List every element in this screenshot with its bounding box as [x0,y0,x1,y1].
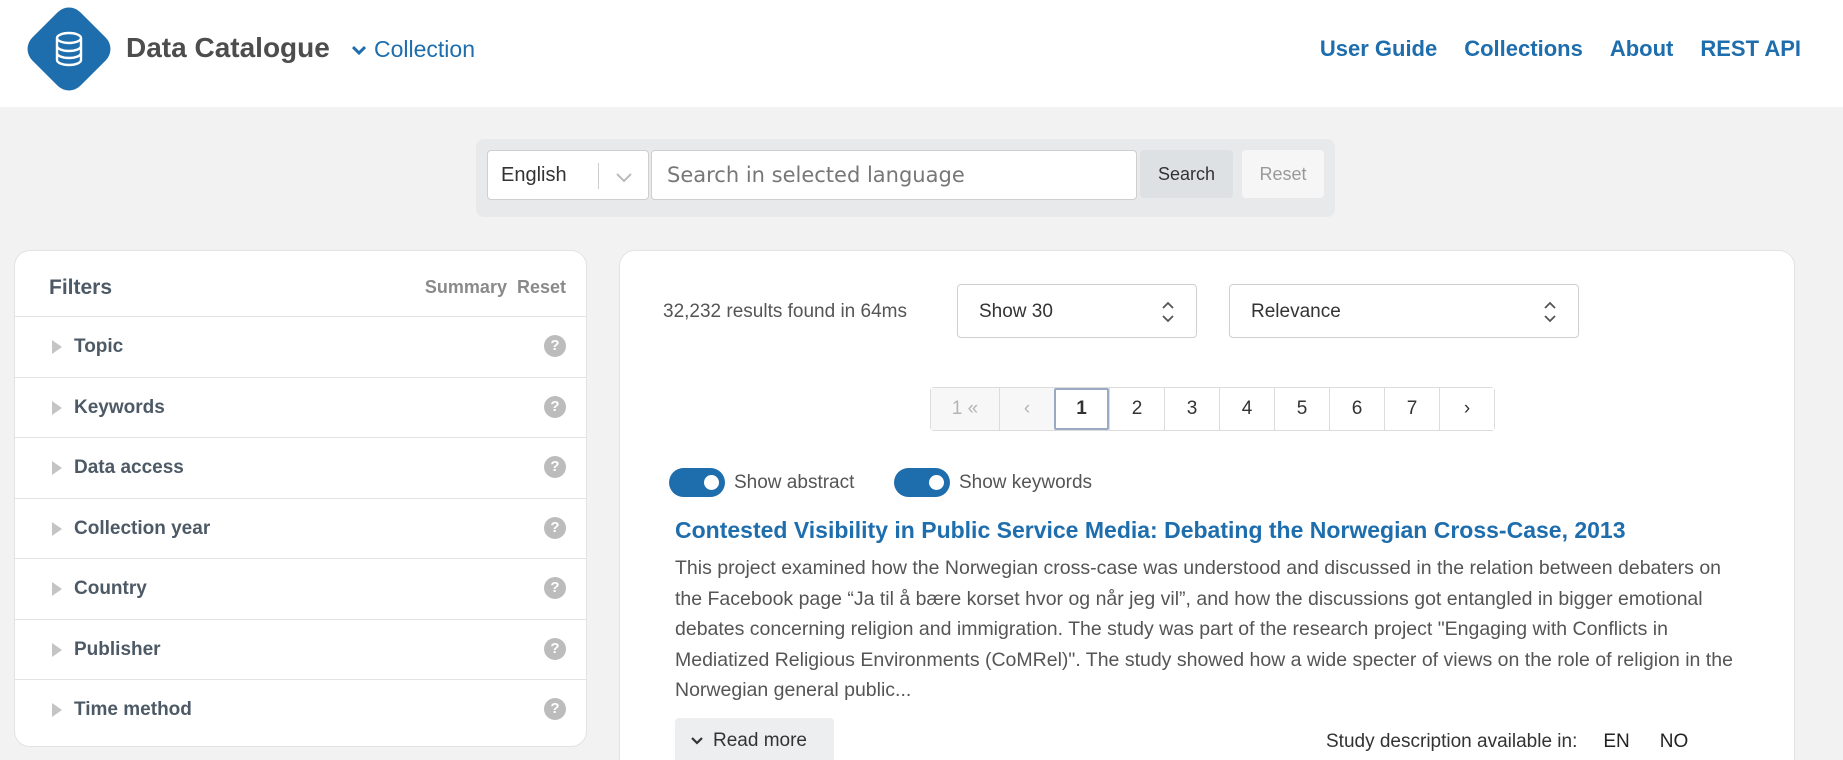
language-link-no[interactable]: NO [1660,731,1689,753]
pagination-page-4[interactable]: 4 [1219,388,1274,430]
collection-label: Collection [374,36,475,62]
filter-label: Country [74,578,147,599]
chevron-down-icon [616,173,632,183]
nav-about[interactable]: About [1610,36,1674,62]
filter-label: Data access [74,457,184,478]
nav-user-guide[interactable]: User Guide [1320,36,1437,62]
results-per-page-value: Show 30 [979,301,1053,322]
filter-keywords[interactable]: Keywords ? [15,378,586,438]
pagination-page-5[interactable]: 5 [1274,388,1329,430]
database-icon [55,31,83,67]
filter-collection-year[interactable]: Collection year ? [15,499,586,559]
triangle-right-icon [52,642,62,657]
show-keywords-toggle[interactable]: Show keywords [894,468,1092,497]
triangle-right-icon [52,521,62,536]
study-title-link[interactable]: Contested Visibility in Public Service M… [675,517,1626,544]
filters-title: Filters [49,276,113,299]
show-keywords-label: Show keywords [959,471,1093,493]
filter-country[interactable]: Country ? [15,559,586,620]
pagination-first[interactable]: 1 « [931,388,999,430]
question-circle-icon[interactable]: ? [544,698,566,720]
filters-panel: Filters Summary Reset Topic ? Keywords ?… [14,250,587,747]
pagination-page-6[interactable]: 6 [1329,388,1384,430]
main-nav: User Guide Collections About REST API [1320,36,1801,62]
available-in-label: Study description available in: [1326,731,1578,752]
sort-value: Relevance [1251,301,1341,322]
filters-reset-button[interactable]: Reset [517,277,566,298]
question-circle-icon[interactable]: ? [544,456,566,478]
filter-time-method[interactable]: Time method ? [15,680,586,741]
results-per-page-select[interactable]: Show 30 [957,284,1197,338]
nav-collections[interactable]: Collections [1464,36,1583,62]
show-abstract-label: Show abstract [734,471,855,493]
question-circle-icon[interactable]: ? [544,335,566,357]
toggle-switch[interactable] [894,468,950,497]
chevron-down-icon [691,737,703,745]
pagination: 1 « ‹ 1 2 3 4 5 6 7 › [930,387,1495,431]
triangle-right-icon [52,400,62,415]
header: Data Catalogue Collection User Guide Col… [0,0,1843,107]
pagination-prev[interactable]: ‹ [999,388,1054,430]
filters-summary-button[interactable]: Summary [425,277,507,298]
filter-label: Publisher [74,638,161,660]
question-circle-icon[interactable]: ? [544,516,566,539]
question-circle-icon[interactable]: ? [544,395,566,418]
triangle-right-icon [52,461,62,475]
study-abstract: This project examined how the Norwegian … [675,557,1733,701]
search-reset-button[interactable]: Reset [1242,150,1324,198]
triangle-right-icon [52,340,62,354]
pagination-page-7[interactable]: 7 [1384,388,1439,430]
filter-label: Time method [74,699,192,720]
language-select[interactable]: English [487,150,649,200]
show-abstract-toggle[interactable]: Show abstract [669,468,854,497]
study-languages: Study description available in: EN NO [1326,731,1718,753]
filter-label: Keywords [74,396,165,418]
pagination-page-2[interactable]: 2 [1109,388,1164,430]
filter-publisher[interactable]: Publisher ? [15,620,586,680]
filter-label: Collection year [74,517,211,539]
result-count: 32,232 results found in 64ms [663,301,907,322]
search-input[interactable] [651,150,1137,200]
results-panel: 32,232 results found in 64ms Show 30 Rel… [619,250,1795,760]
question-circle-icon[interactable]: ? [544,577,566,599]
pagination-page-1[interactable]: 1 [1054,388,1109,430]
updown-icon [1162,301,1174,323]
brand-title[interactable]: Data Catalogue [126,32,330,64]
language-select-value: English [501,164,567,186]
select-separator [598,163,599,189]
pagination-next[interactable]: › [1439,388,1494,430]
search-button[interactable]: Search [1140,150,1233,198]
triangle-right-icon [52,582,62,596]
chevron-down-icon [352,45,366,55]
toggle-switch[interactable] [669,468,725,497]
updown-icon [1544,301,1556,323]
language-link-en[interactable]: EN [1603,731,1629,753]
read-more-label: Read more [713,730,807,751]
collection-dropdown[interactable]: Collection [352,36,475,63]
filter-label: Topic [74,336,124,357]
triangle-right-icon [52,703,62,717]
filter-topic[interactable]: Topic ? [15,317,586,378]
nav-rest-api[interactable]: REST API [1700,36,1801,62]
pagination-page-3[interactable]: 3 [1164,388,1219,430]
search-bar: English Search Reset [476,139,1335,217]
filters-header: Filters Summary Reset [15,251,586,317]
filters-actions: Summary Reset [425,277,566,298]
sort-select[interactable]: Relevance [1229,284,1579,338]
read-more-button[interactable]: Read more [675,718,834,760]
question-circle-icon[interactable]: ? [544,637,566,660]
filter-data-access[interactable]: Data access ? [15,438,586,499]
